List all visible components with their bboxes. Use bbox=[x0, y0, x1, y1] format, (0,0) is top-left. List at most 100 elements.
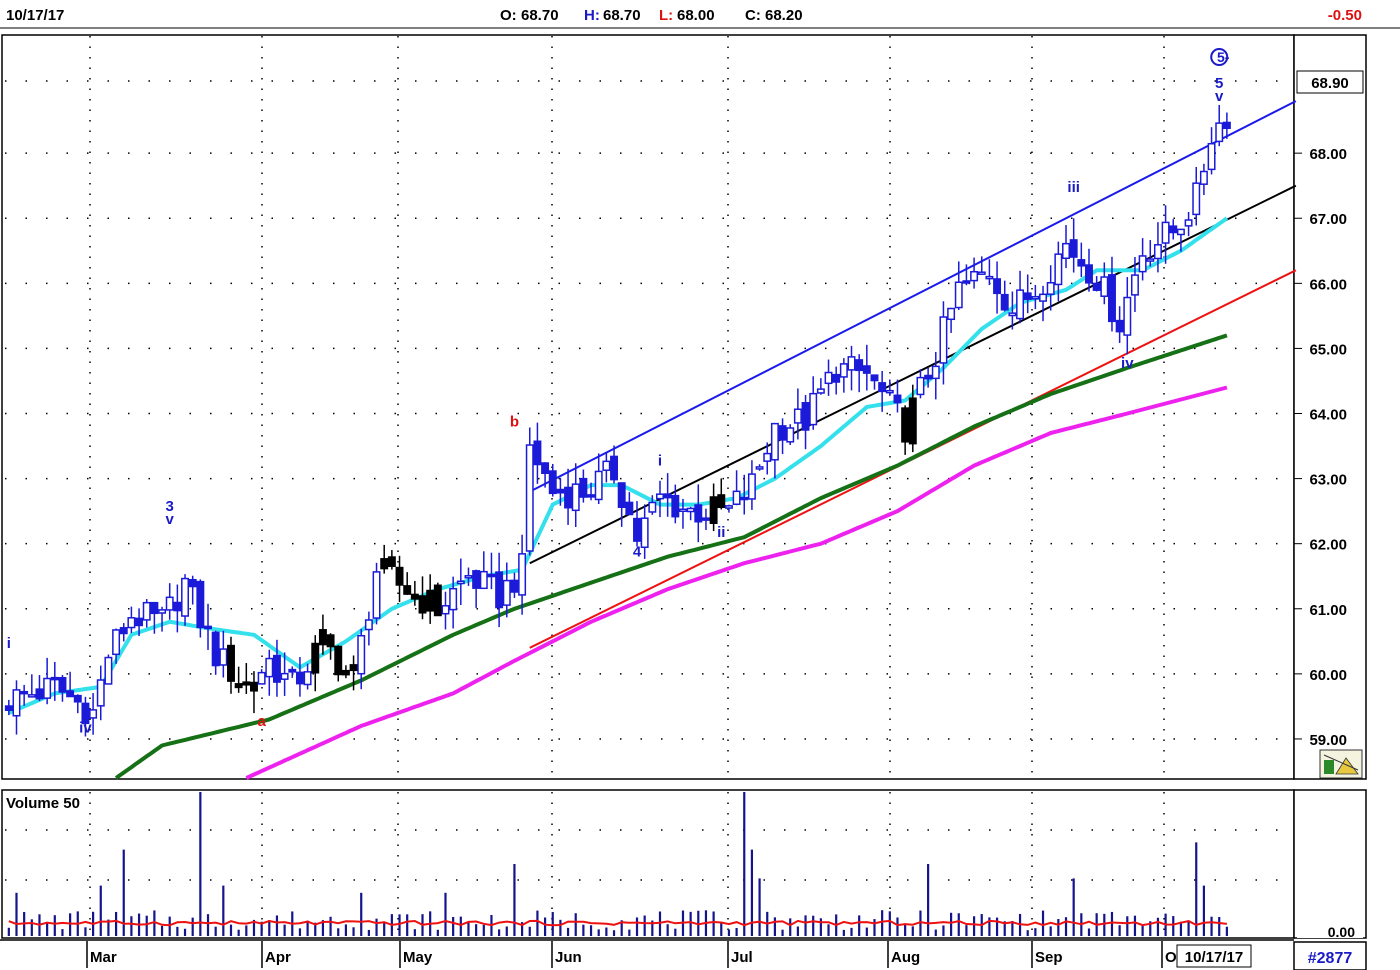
candle-body bbox=[1062, 242, 1070, 260]
date-box-label: 10/17/17 bbox=[1185, 949, 1243, 966]
candle-body bbox=[441, 605, 450, 615]
candle-body bbox=[763, 452, 772, 462]
time-axis bbox=[0, 940, 1290, 970]
candle-body bbox=[58, 677, 67, 693]
candle-body bbox=[1215, 122, 1224, 143]
candle-body bbox=[755, 466, 764, 470]
candle-body bbox=[648, 501, 657, 513]
candle-body bbox=[318, 629, 327, 646]
candle-body bbox=[541, 462, 550, 475]
price-tick-label: 64.00 bbox=[1309, 407, 1347, 424]
candle-body bbox=[1176, 228, 1185, 236]
candle-body bbox=[204, 625, 212, 630]
candle-body bbox=[1146, 258, 1155, 262]
candle-body bbox=[104, 656, 113, 685]
candle-body bbox=[939, 316, 948, 364]
candle-body bbox=[602, 460, 611, 471]
candle-body bbox=[142, 601, 151, 621]
candle-body bbox=[272, 654, 281, 683]
price-tick-label: 63.00 bbox=[1309, 472, 1347, 489]
candle-body bbox=[1138, 255, 1147, 273]
month-label: May bbox=[403, 949, 433, 966]
candle-body bbox=[280, 672, 289, 680]
candle-body bbox=[740, 496, 749, 501]
price-panel bbox=[1, 34, 1295, 780]
candle-body bbox=[334, 645, 343, 676]
candle-body bbox=[173, 601, 182, 612]
candle-body bbox=[12, 689, 21, 717]
candle-body bbox=[464, 575, 473, 579]
header-low-label: L: bbox=[659, 7, 673, 24]
candle-body bbox=[839, 363, 848, 378]
candle-body bbox=[89, 709, 98, 719]
candle-body bbox=[349, 664, 358, 672]
top-marker-label: 5- bbox=[1217, 49, 1230, 65]
candle-body bbox=[181, 577, 189, 617]
candle-body bbox=[525, 444, 534, 552]
header-low: 68.00 bbox=[677, 7, 715, 24]
candle-body bbox=[380, 558, 389, 570]
price-tick-label: 67.00 bbox=[1309, 211, 1347, 228]
volume-tick-label: 0.00 bbox=[1328, 924, 1355, 940]
candle-body bbox=[495, 571, 504, 609]
candle-body bbox=[295, 671, 304, 685]
candle-body bbox=[1092, 282, 1101, 291]
wave-label: i bbox=[7, 635, 11, 652]
candle-body bbox=[878, 382, 887, 393]
candle-body bbox=[1031, 296, 1040, 300]
candle-body bbox=[1115, 319, 1124, 333]
candle-body bbox=[679, 508, 687, 512]
price-tick-label: 62.00 bbox=[1309, 537, 1347, 554]
candle-body bbox=[908, 397, 917, 445]
candle-body bbox=[862, 365, 871, 374]
price-tick-label: 61.00 bbox=[1309, 602, 1347, 619]
candle-body bbox=[257, 671, 266, 685]
candle-body bbox=[326, 634, 335, 648]
candle-body bbox=[1169, 225, 1178, 234]
candle-body bbox=[747, 473, 756, 500]
candle-body bbox=[1000, 293, 1009, 311]
header-change: -0.50 bbox=[1328, 7, 1362, 24]
chart-tools-icon[interactable] bbox=[1319, 749, 1363, 779]
volume-axis-panel bbox=[1293, 789, 1367, 939]
month-label: Mar bbox=[90, 949, 117, 966]
candle-body bbox=[916, 376, 925, 396]
candle-body bbox=[227, 644, 235, 682]
candle-body bbox=[1077, 259, 1086, 267]
candle-body bbox=[395, 566, 404, 586]
candle-body bbox=[119, 627, 128, 635]
last-price-label: 68.90 bbox=[1311, 75, 1349, 92]
candle-body bbox=[387, 556, 396, 567]
candle-body bbox=[1123, 296, 1132, 336]
candle-body bbox=[594, 470, 603, 501]
month-label: Jul bbox=[731, 949, 753, 966]
wave-label: iv bbox=[79, 719, 92, 736]
candle-body bbox=[901, 407, 910, 443]
candle-body bbox=[150, 601, 159, 615]
candle-body bbox=[242, 681, 251, 686]
wave-label: 4 bbox=[633, 544, 642, 561]
header-open: 68.70 bbox=[521, 7, 559, 24]
candle-body bbox=[671, 494, 680, 518]
candle-body bbox=[717, 494, 726, 509]
candle-body bbox=[1108, 274, 1116, 323]
price-tick-label: 66.00 bbox=[1309, 276, 1347, 293]
header-close: 68.20 bbox=[765, 7, 803, 24]
candle-body bbox=[770, 422, 779, 461]
header-date: 10/17/17 bbox=[6, 7, 64, 24]
candle-body bbox=[962, 280, 971, 284]
candle-body bbox=[188, 578, 197, 588]
candle-body bbox=[1016, 289, 1025, 320]
candle-body bbox=[487, 573, 496, 578]
price-tick-label: 68.00 bbox=[1309, 146, 1347, 163]
candle-body bbox=[809, 392, 818, 426]
month-label: Aug bbox=[891, 949, 920, 966]
candle-body bbox=[112, 629, 121, 656]
candle-body bbox=[410, 593, 419, 600]
candle-body bbox=[556, 488, 565, 494]
header-open-label: O: bbox=[500, 7, 517, 24]
candle-body bbox=[1161, 221, 1170, 244]
candle-body bbox=[43, 677, 52, 699]
header-close-label: C: bbox=[745, 7, 761, 24]
candle-body bbox=[893, 394, 902, 404]
